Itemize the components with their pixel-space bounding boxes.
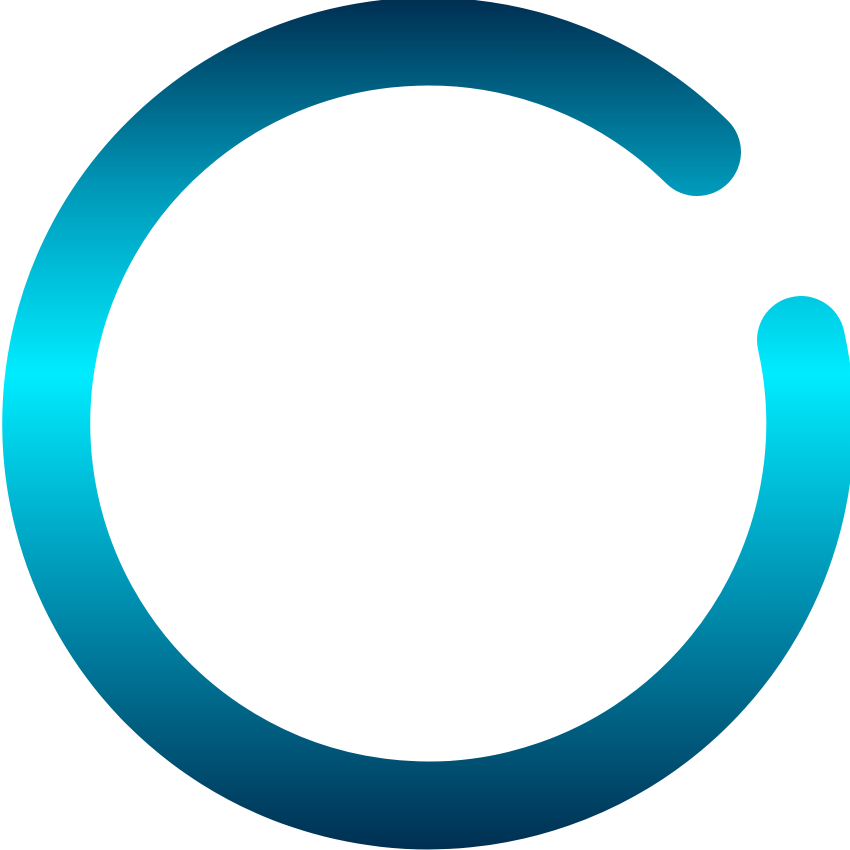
spinner-graphic <box>0 0 850 850</box>
ring-arc <box>2 0 850 850</box>
ring-spinner-icon <box>2 0 850 850</box>
